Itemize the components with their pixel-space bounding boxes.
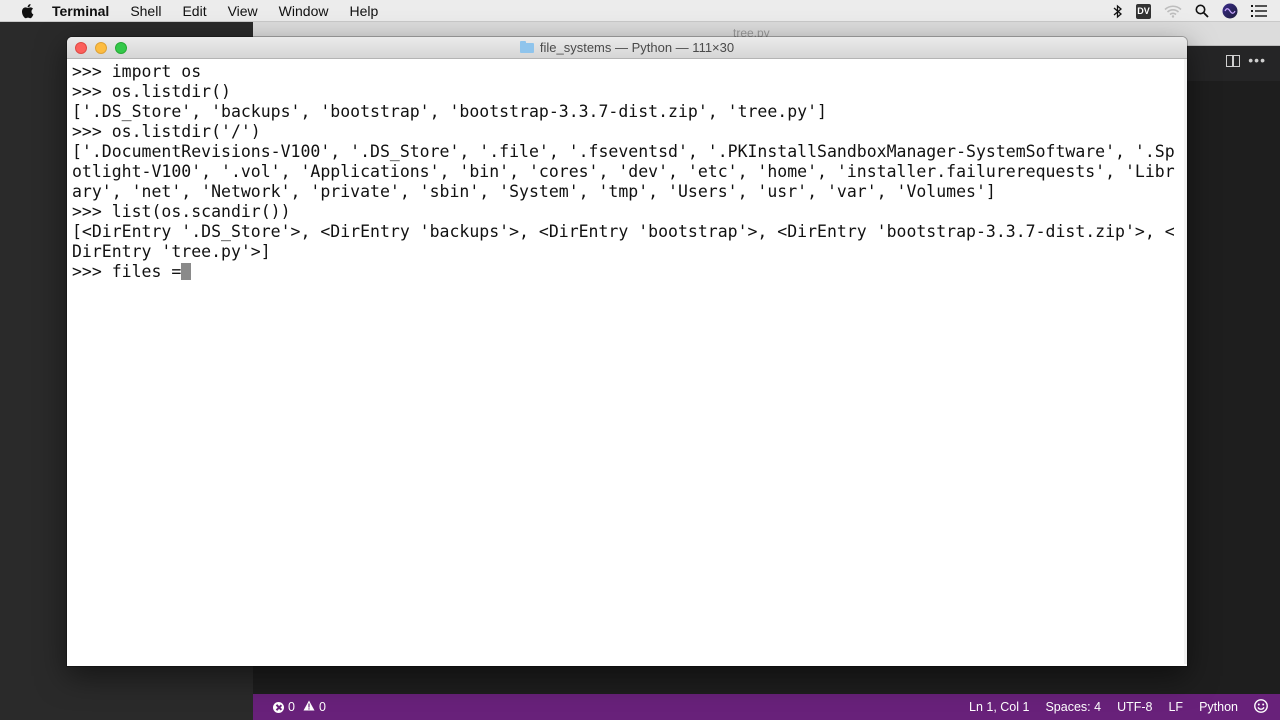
search-icon[interactable] xyxy=(1195,4,1209,18)
terminal-window: file_systems — Python — 111×30 >>> impor… xyxy=(67,37,1187,666)
terminal-title: file_systems — Python — 111×30 xyxy=(67,40,1187,55)
menu-help[interactable]: Help xyxy=(349,3,378,19)
menu-extras: DV xyxy=(1113,0,1280,22)
terminal-line: >>> list(os.scandir()) xyxy=(72,202,291,221)
dv-badge[interactable]: DV xyxy=(1136,3,1151,19)
warning-icon xyxy=(303,700,315,714)
terminal-line: >>> import os xyxy=(72,62,202,81)
language-mode[interactable]: Python xyxy=(1199,700,1238,714)
list-icon[interactable] xyxy=(1251,5,1267,17)
cursor-position[interactable]: Ln 1, Col 1 xyxy=(969,700,1029,714)
menu-bar: Terminal Shell Edit View Window Help DV xyxy=(0,0,1280,22)
terminal-scrollbar-track[interactable] xyxy=(1184,59,1187,664)
terminal-titlebar[interactable]: file_systems — Python — 111×30 xyxy=(67,37,1187,59)
terminal-line: DirEntry 'tree.py'>] xyxy=(72,242,271,261)
menu-shell[interactable]: Shell xyxy=(130,3,161,19)
terminal-line: ary', 'net', 'Network', 'private', 'sbin… xyxy=(72,182,996,201)
split-editor-icon[interactable] xyxy=(1226,55,1240,67)
encoding-setting[interactable]: UTF-8 xyxy=(1117,700,1152,714)
bluetooth-icon[interactable] xyxy=(1113,4,1123,19)
folder-icon xyxy=(519,40,534,53)
siri-icon[interactable] xyxy=(1222,3,1238,19)
terminal-line: >>> os.listdir() xyxy=(72,82,231,101)
error-count: 0 xyxy=(288,700,295,714)
terminal-line: [<DirEntry '.DS_Store'>, <DirEntry 'back… xyxy=(72,222,1175,241)
terminal-line: otlight-V100', '.vol', 'Applications', '… xyxy=(72,162,1175,181)
menu-edit[interactable]: Edit xyxy=(182,3,206,19)
terminal-line: ['.DocumentRevisions-V100', '.DS_Store',… xyxy=(72,142,1175,161)
menu-app-terminal[interactable]: Terminal xyxy=(52,3,109,19)
wifi-icon[interactable] xyxy=(1164,5,1182,18)
terminal-line: ['.DS_Store', 'backups', 'bootstrap', 'b… xyxy=(72,102,827,121)
terminal-line: >>> os.listdir('/') xyxy=(72,122,261,141)
menu-window[interactable]: Window xyxy=(279,3,329,19)
apple-icon[interactable] xyxy=(20,3,36,19)
status-bar: 0 0 Ln 1, Col 1 Spaces: 4 UTF-8 LF Pytho… xyxy=(253,694,1280,720)
terminal-output[interactable]: >>> import os >>> os.listdir() ['.DS_Sto… xyxy=(72,62,1182,662)
terminal-input-line[interactable]: >>> files = xyxy=(72,262,1182,282)
indentation-setting[interactable]: Spaces: 4 xyxy=(1045,700,1101,714)
terminal-current-input[interactable]: >>> files = xyxy=(72,262,181,281)
menu-view[interactable]: View xyxy=(228,3,258,19)
text-cursor xyxy=(181,263,192,280)
problems-indicator[interactable]: 0 0 xyxy=(273,700,330,714)
warning-count: 0 xyxy=(318,700,326,714)
terminal-title-text: file_systems — Python — 111×30 xyxy=(539,40,735,55)
error-icon xyxy=(273,701,284,713)
more-actions-icon[interactable]: ••• xyxy=(1248,52,1266,68)
feedback-smiley-icon[interactable] xyxy=(1254,698,1268,716)
eol-setting[interactable]: LF xyxy=(1168,700,1183,714)
